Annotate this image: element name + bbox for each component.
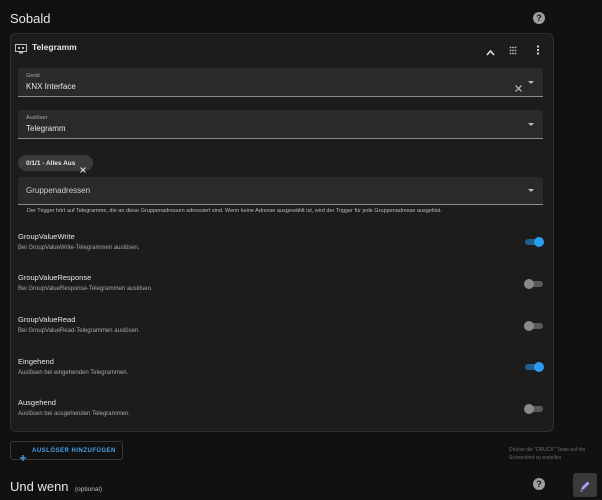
option-title: Eingehend <box>18 357 54 366</box>
dropdown-caret-icon[interactable] <box>528 189 534 192</box>
drag-handle-icon[interactable] <box>509 42 517 55</box>
option-desc: Auslösen bei eingehenden Telegrammen. <box>18 370 129 376</box>
knx-device-icon <box>15 41 27 54</box>
help-icon[interactable]: ? <box>533 12 545 24</box>
device-field-label: Gerät <box>26 73 40 79</box>
toggle-groupvalueread[interactable] <box>524 321 543 331</box>
group-address-chip: 0/1/1 - Alles Aus <box>18 155 93 173</box>
more-menu-icon[interactable] <box>536 42 540 55</box>
toggle-groupvaluewrite[interactable] <box>525 237 544 247</box>
option-desc: Bei GroupValueRead-Telegrammen auslösen. <box>18 328 140 334</box>
add-trigger-button[interactable]: AUSLÖSER HINZUFÜGEN <box>10 441 123 461</box>
add-trigger-label: AUSLÖSER HINZUFÜGEN <box>32 447 116 454</box>
dropdown-caret-icon[interactable] <box>528 81 534 84</box>
card-title: Telegramm <box>32 42 77 52</box>
option-title: GroupValueResponse <box>18 273 92 282</box>
section-if-label: Und wenn <box>10 479 69 494</box>
device-field-value: KNX Interface <box>26 82 76 91</box>
trigger-field-label: Auslöser <box>26 115 48 121</box>
device-field[interactable]: Gerät KNX Interface <box>18 68 543 97</box>
clear-icon[interactable] <box>515 79 522 92</box>
toggle-ausgehend[interactable] <box>524 404 543 414</box>
collapse-chevron-icon[interactable] <box>486 43 495 56</box>
edit-fab-button[interactable] <box>573 473 597 497</box>
helper-text: Der Trigger hört auf Telegramme, die an … <box>27 208 442 214</box>
help-icon[interactable]: ? <box>533 478 545 490</box>
pen-icon <box>579 479 591 492</box>
option-title: Ausgehend <box>18 398 56 407</box>
group-address-field[interactable]: Gruppenadressen <box>18 177 543 205</box>
option-desc: Auslösen bei ausgehenden Telegrammen. <box>18 411 130 417</box>
section-title-if: Und wenn (optional) <box>10 478 102 496</box>
option-title: GroupValueRead <box>18 315 76 324</box>
option-desc: Bei GroupValueWrite-Telegrammen auslösen… <box>18 245 140 251</box>
option-title: GroupValueWrite <box>18 232 75 241</box>
tooltip-line: Drücke die "DRUCK" Taste auf dei <box>509 447 586 453</box>
chip-label: 0/1/1 - Alles Aus <box>26 159 76 167</box>
trigger-field-value: Telegramm <box>26 124 66 133</box>
plus-icon <box>20 448 26 461</box>
trigger-type-field[interactable]: Auslöser Telegramm <box>18 110 543 139</box>
tooltip-line: Screenshot zu erstellen <box>509 455 562 461</box>
group-address-placeholder: Gruppenadressen <box>26 186 91 195</box>
toggle-groupvalueresponse[interactable] <box>524 279 543 289</box>
dropdown-caret-icon[interactable] <box>528 123 534 126</box>
section-title-when: Sobald <box>10 11 51 26</box>
chip-remove-icon[interactable] <box>80 160 87 173</box>
option-desc: Bei GroupValueResponse-Telegrammen auslö… <box>18 286 153 292</box>
optional-label: (optional) <box>75 486 103 493</box>
tooltip-text: Drücke die "DRUCK" Taste auf dei Screens… <box>509 446 602 462</box>
toggle-eingehend[interactable] <box>525 362 544 372</box>
